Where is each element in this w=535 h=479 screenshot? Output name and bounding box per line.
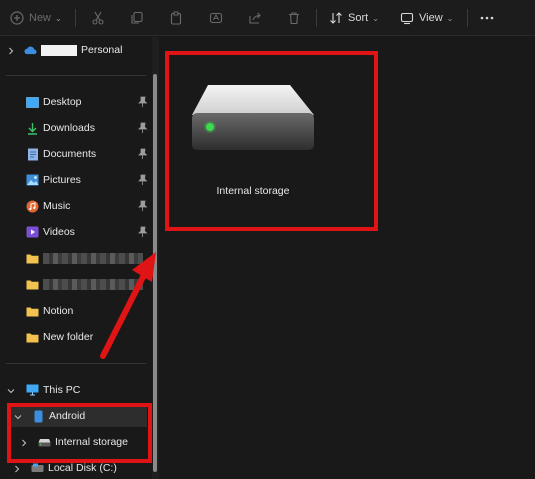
highlight-box-sidebar (7, 403, 152, 463)
paste-button[interactable] (169, 0, 183, 36)
share-icon (248, 11, 262, 25)
chevron-down-icon: ⌄ (446, 13, 454, 23)
computer-icon (26, 384, 39, 397)
pin-icon (137, 96, 148, 108)
chevron-down-icon[interactable] (7, 386, 15, 394)
view-icon (400, 11, 414, 25)
copy-icon (130, 11, 144, 25)
sidebar-item-new-folder[interactable]: New folder (0, 326, 152, 348)
rename-button[interactable] (209, 0, 223, 36)
documents-icon (26, 148, 39, 161)
music-icon (26, 200, 39, 213)
view-button[interactable]: View ⌄ (400, 0, 453, 36)
sidebar-item-desktop[interactable]: Desktop (0, 91, 152, 113)
sidebar-item-music[interactable]: Music (0, 195, 152, 217)
more-options-button[interactable] (479, 0, 495, 36)
new-button[interactable]: New ⌄ (10, 0, 62, 36)
delete-button[interactable] (287, 0, 301, 36)
desktop-icon (26, 96, 39, 109)
folder-icon (26, 278, 39, 291)
pin-icon (137, 122, 148, 134)
pin-icon (137, 148, 148, 160)
more-icon (479, 11, 495, 25)
clipboard-icon (169, 11, 183, 25)
sidebar-item-onedrive[interactable]: Personal (0, 39, 152, 61)
download-icon (26, 122, 39, 135)
sidebar-item-label: Downloads (43, 122, 95, 134)
sort-button-label: Sort (348, 12, 369, 24)
toolbar-separator (467, 9, 468, 27)
chevron-right-icon[interactable] (7, 46, 15, 55)
sidebar-item-label: Notion (43, 305, 74, 317)
pictures-icon (26, 174, 39, 187)
sidebar-item-label: Pictures (43, 174, 81, 186)
sidebar-item-label: Desktop (43, 96, 82, 108)
pin-icon (137, 226, 148, 238)
sort-icon (329, 11, 343, 25)
scissors-icon (91, 11, 105, 25)
trash-icon (287, 11, 301, 25)
sidebar-divider (6, 75, 146, 76)
chevron-down-icon: ⌄ (372, 13, 379, 23)
folder-icon (26, 331, 39, 344)
redacted-folder-name (43, 252, 143, 264)
videos-icon (26, 226, 39, 239)
toolbar-separator (316, 9, 317, 27)
sort-button[interactable]: Sort ⌄ (329, 0, 379, 36)
sidebar-item-label: Personal (81, 44, 123, 56)
sidebar-item-label: Local Disk (C:) (48, 462, 117, 474)
pin-icon (137, 174, 148, 186)
chevron-down-icon: ⌄ (55, 13, 62, 23)
copy-button[interactable] (130, 0, 144, 36)
sidebar-item-notion[interactable]: Notion (0, 300, 152, 322)
redacted-folder-name (43, 278, 143, 290)
sidebar-item-this-pc[interactable]: This PC (0, 379, 152, 401)
new-button-label: New (29, 12, 52, 24)
redacted-account-name (41, 44, 77, 56)
highlight-box-content (165, 51, 378, 231)
cut-button[interactable] (91, 0, 105, 36)
plus-circle-icon (10, 11, 24, 25)
sidebar-item-documents[interactable]: Documents (0, 143, 152, 165)
sidebar-scrollbar-thumb[interactable] (153, 74, 157, 472)
sidebar-item-label: Videos (43, 226, 75, 238)
sidebar-item-folder-redacted[interactable] (0, 273, 152, 295)
pin-icon (137, 200, 148, 212)
sidebar-divider (6, 363, 146, 364)
sidebar-item-downloads[interactable]: Downloads (0, 117, 152, 139)
sidebar-item-videos[interactable]: Videos (0, 221, 152, 243)
disk-icon (31, 462, 44, 475)
toolbar-separator (75, 9, 76, 27)
view-button-label: View (419, 12, 443, 24)
command-bar: New ⌄ Sort ⌄ View ⌄ (0, 0, 535, 36)
folder-icon (26, 305, 39, 318)
sidebar-item-label: This PC (43, 384, 81, 396)
sidebar-item-pictures[interactable]: Pictures (0, 169, 152, 191)
folder-icon (26, 252, 39, 265)
sidebar-item-label: New folder (43, 331, 94, 343)
chevron-right-icon[interactable] (13, 464, 21, 473)
share-button[interactable] (248, 0, 262, 36)
rename-icon (209, 11, 223, 25)
sidebar-item-label: Music (43, 200, 71, 212)
sidebar-item-folder-redacted[interactable] (0, 247, 152, 269)
onedrive-cloud-icon (24, 44, 37, 57)
sidebar-item-label: Documents (43, 148, 97, 160)
